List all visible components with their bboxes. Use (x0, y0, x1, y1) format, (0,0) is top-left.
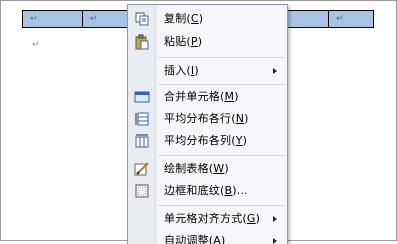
menu-item-label: 粘贴(P) (164, 35, 203, 48)
menu-separator (158, 57, 284, 58)
menu-item-copy[interactable]: 复制(C) (128, 9, 287, 29)
menu-item-merge-cells[interactable]: 合并单元格(M) (128, 87, 287, 107)
menu-item-label: 合并单元格(M) (164, 90, 239, 103)
menu-item-label: 自动调整(A) (164, 234, 226, 244)
submenu-arrow-icon (273, 216, 277, 222)
menu-item-paste[interactable]: 粘贴(P) (128, 32, 287, 52)
paragraph-mark: ↵ (32, 40, 40, 50)
menu-item-borders-shading[interactable]: 边框和底纹(B)... (128, 181, 287, 201)
menu-separator (158, 155, 284, 156)
menu-item-label: 插入(I) (164, 64, 199, 77)
merge-cells-icon (134, 89, 150, 105)
table-cell[interactable]: ↵ (83, 11, 131, 27)
menu-item-label: 单元格对齐方式(G) (164, 212, 261, 225)
paste-icon (134, 34, 150, 50)
cell-end-mark: ↵ (336, 14, 344, 24)
menu-item-label: 平均分布各行(N) (164, 112, 249, 125)
cell-end-mark: ↵ (90, 14, 98, 24)
submenu-arrow-icon (273, 68, 277, 74)
menu-item-label: 绘制表格(W) (164, 162, 229, 175)
menu-item-label: 平均分布各列(Y) (164, 134, 248, 147)
context-menu: 复制(C) 粘贴(P) 插入(I) 合并单元格(M) 平均分布各行(N) 平均分… (127, 4, 288, 244)
menu-separator (158, 84, 284, 85)
menu-item-label: 边框和底纹(B)... (164, 184, 248, 197)
distribute-columns-icon (134, 133, 150, 149)
menu-item-distribute-columns[interactable]: 平均分布各列(Y) (128, 131, 287, 151)
menu-item-label: 复制(C) (164, 12, 204, 25)
draw-table-icon (134, 161, 150, 177)
menu-item-draw-table[interactable]: 绘制表格(W) (128, 159, 287, 179)
menu-separator (158, 205, 284, 206)
menu-item-autofit[interactable]: 自动调整(A) (128, 231, 287, 244)
menu-item-distribute-rows[interactable]: 平均分布各行(N) (128, 109, 287, 129)
copy-icon (134, 11, 150, 27)
distribute-rows-icon (134, 111, 150, 127)
table-cell[interactable]: ↵ (23, 11, 83, 27)
table-cell[interactable]: ↵ (329, 11, 373, 27)
menu-item-cell-alignment[interactable]: 单元格对齐方式(G) (128, 209, 287, 229)
borders-icon (134, 183, 150, 199)
submenu-arrow-icon (273, 238, 277, 244)
menu-item-insert[interactable]: 插入(I) (128, 61, 287, 81)
cell-end-mark: ↵ (30, 14, 38, 24)
